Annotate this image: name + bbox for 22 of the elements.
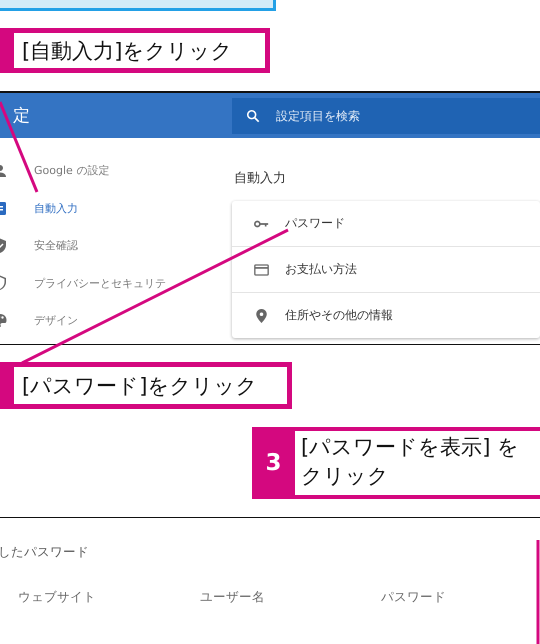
sidebar-item[interactable]: Google の設定: [0, 152, 232, 190]
callout-label: [自動入力]をクリック: [0, 28, 270, 73]
search-icon: [246, 108, 260, 122]
credit-card-icon: [254, 262, 269, 276]
section-title: 自動入力: [234, 170, 287, 187]
column-header: パスワード: [381, 589, 446, 606]
sidebar-item[interactable]: 安全確認: [0, 227, 232, 264]
callout-text: [パスワードを表示] を クリック: [295, 431, 540, 495]
settings-row[interactable]: パスワード: [232, 201, 540, 247]
column-header: ウェブサイト: [18, 589, 97, 606]
sidebar-item[interactable]: 自動入力: [0, 190, 232, 227]
settings-row[interactable]: お支払い方法: [232, 247, 540, 293]
callout-label: [パスワード]をクリック: [0, 362, 292, 409]
column-header: ユーザー名: [200, 589, 266, 606]
settings-title: 定: [12, 105, 31, 127]
search-field[interactable]: 設定項目を検索: [232, 98, 540, 134]
step-number: 3: [264, 449, 282, 478]
location-pin-icon: [254, 308, 269, 322]
sidebar-item[interactable]: プライバシーとセキュリテ: [0, 264, 232, 302]
sidebar-item[interactable]: デザイン: [0, 302, 232, 340]
section-title: したパスワード: [0, 544, 90, 561]
settings-row[interactable]: 住所やその他の情報: [232, 293, 540, 338]
